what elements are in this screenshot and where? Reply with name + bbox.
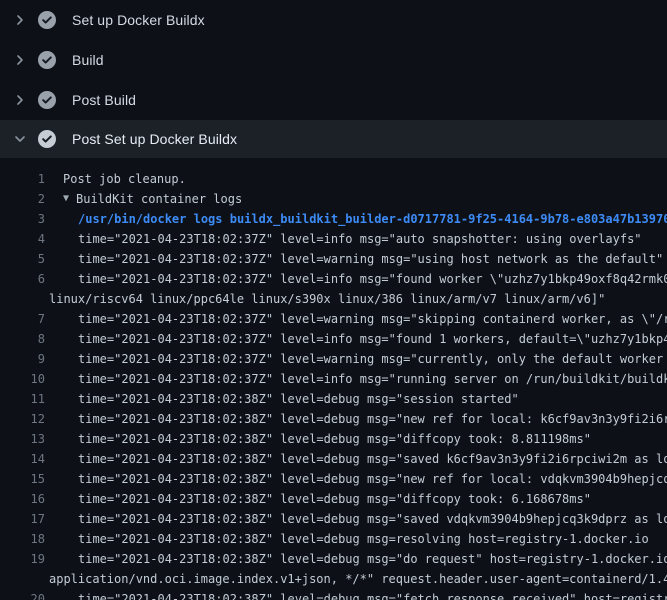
line-number[interactable]: 14 (0, 449, 45, 469)
log-text: time="2021-04-23T18:02:37Z" level=warnin… (78, 312, 667, 326)
log-text: time="2021-04-23T18:02:38Z" level=debug … (78, 512, 667, 526)
log-row: 13 time="2021-04-23T18:02:38Z" level=debu… (0, 429, 667, 449)
line-number[interactable]: 20 (0, 589, 45, 600)
log-text: time="2021-04-23T18:02:38Z" level=debug … (78, 432, 591, 446)
log-row: 2 ▼BuildKit container logs (0, 189, 667, 209)
line-number[interactable]: 9 (0, 349, 45, 369)
check-circle-icon (38, 91, 56, 109)
log-row: 12 time="2021-04-23T18:02:38Z" level=debu… (0, 409, 667, 429)
step-row-post-set-up-docker-buildx[interactable]: Post Set up Docker Buildx (0, 120, 667, 158)
line-number[interactable]: 19 (0, 549, 45, 569)
line-number (0, 289, 45, 309)
log-text: linux/riscv64 linux/ppc64le linux/s390x … (49, 292, 605, 306)
line-number[interactable]: 3 (0, 209, 45, 229)
log-row: 3/usr/bin/docker logs buildx_buildkit_bu… (0, 209, 667, 229)
log-row: 9 time="2021-04-23T18:02:37Z" level=warni… (0, 349, 667, 369)
line-number[interactable]: 1 (0, 169, 45, 189)
log-row: 16 time="2021-04-23T18:02:38Z" level=debu… (0, 489, 667, 509)
step-label: Post Build (72, 92, 136, 108)
log-row: 14 time="2021-04-23T18:02:38Z" level=debu… (0, 449, 667, 469)
log-text: time="2021-04-23T18:02:37Z" level=info m… (78, 332, 667, 346)
log-row: 10 time="2021-04-23T18:02:37Z" level=info… (0, 369, 667, 389)
log-text: time="2021-04-23T18:02:37Z" level=info m… (78, 272, 667, 286)
log-row: 15 time="2021-04-23T18:02:38Z" level=debu… (0, 469, 667, 489)
step-label: Set up Docker Buildx (72, 12, 205, 28)
log-row: 8 time="2021-04-23T18:02:37Z" level=info … (0, 329, 667, 349)
chevron-right-icon (12, 92, 28, 108)
step-row-build[interactable]: Build (0, 40, 667, 80)
log-row: linux/riscv64 linux/ppc64le linux/s390x … (0, 289, 667, 309)
log-text: time="2021-04-23T18:02:38Z" level=debug … (78, 592, 667, 600)
log-row: 19 time="2021-04-23T18:02:38Z" level=debu… (0, 549, 667, 569)
line-number[interactable]: 4 (0, 229, 45, 249)
line-number[interactable]: 16 (0, 489, 45, 509)
chevron-right-icon (12, 52, 28, 68)
line-number[interactable]: 2 (0, 189, 45, 209)
log-text: time="2021-04-23T18:02:38Z" level=debug … (78, 552, 667, 566)
log-group-toggle-icon[interactable]: ▼ (63, 189, 76, 209)
log-text: time="2021-04-23T18:02:38Z" level=debug … (78, 392, 519, 406)
chevron-down-icon (12, 131, 28, 147)
line-number[interactable]: 11 (0, 389, 45, 409)
line-number[interactable]: 5 (0, 249, 45, 269)
line-number[interactable]: 15 (0, 469, 45, 489)
line-number[interactable]: 13 (0, 429, 45, 449)
log-viewer: 1 Post job cleanup. 2 ▼BuildKit container l… (0, 158, 667, 600)
log-text: application/vnd.oci.image.index.v1+json,… (49, 572, 667, 586)
log-text: time="2021-04-23T18:02:38Z" level=debug … (78, 472, 667, 486)
step-row-set-up-docker-buildx[interactable]: Set up Docker Buildx (0, 0, 667, 40)
step-label: Build (72, 52, 104, 68)
log-text: time="2021-04-23T18:02:38Z" level=debug … (78, 492, 591, 506)
line-number[interactable]: 7 (0, 309, 45, 329)
line-number[interactable]: 17 (0, 509, 45, 529)
log-row: 18 time="2021-04-23T18:02:38Z" level=debu… (0, 529, 667, 549)
line-number[interactable]: 10 (0, 369, 45, 389)
chevron-right-icon (12, 12, 28, 28)
log-row: 7 time="2021-04-23T18:02:37Z" level=warni… (0, 309, 667, 329)
log-command-text: /usr/bin/docker logs buildx_buildkit_bui… (78, 212, 667, 226)
check-circle-icon (38, 130, 56, 148)
step-row-post-build[interactable]: Post Build (0, 80, 667, 120)
log-text: time="2021-04-23T18:02:37Z" level=warnin… (78, 352, 667, 366)
log-row: 5 time="2021-04-23T18:02:37Z" level=warni… (0, 249, 667, 269)
log-text: BuildKit container logs (76, 192, 242, 206)
log-text: time="2021-04-23T18:02:37Z" level=info m… (78, 232, 642, 246)
line-number[interactable]: 8 (0, 329, 45, 349)
log-row: 17 time="2021-04-23T18:02:38Z" level=debu… (0, 509, 667, 529)
line-number[interactable]: 18 (0, 529, 45, 549)
log-text: time="2021-04-23T18:02:38Z" level=debug … (78, 452, 667, 466)
log-text: Post job cleanup. (63, 172, 186, 186)
log-row: 20 time="2021-04-23T18:02:38Z" level=debu… (0, 589, 667, 600)
step-label: Post Set up Docker Buildx (72, 131, 237, 147)
log-row: 6 time="2021-04-23T18:02:37Z" level=info … (0, 269, 667, 289)
actions-log-panel: Set up Docker Buildx Build Post Build Post … (0, 0, 667, 600)
log-text: time="2021-04-23T18:02:37Z" level=info m… (78, 372, 667, 386)
log-row: 1 Post job cleanup. (0, 169, 667, 189)
log-text: time="2021-04-23T18:02:38Z" level=debug … (78, 532, 649, 546)
log-text: time="2021-04-23T18:02:38Z" level=debug … (78, 412, 667, 426)
check-circle-icon (38, 51, 56, 69)
log-row: 11 time="2021-04-23T18:02:38Z" level=debu… (0, 389, 667, 409)
log-row: application/vnd.oci.image.index.v1+json,… (0, 569, 667, 589)
step-list: Set up Docker Buildx Build Post Build Post … (0, 0, 667, 158)
line-number[interactable]: 12 (0, 409, 45, 429)
line-number (0, 569, 45, 589)
line-number[interactable]: 6 (0, 269, 45, 289)
check-circle-icon (38, 11, 56, 29)
log-text: time="2021-04-23T18:02:37Z" level=warnin… (78, 252, 663, 266)
log-row: 4 time="2021-04-23T18:02:37Z" level=info … (0, 229, 667, 249)
